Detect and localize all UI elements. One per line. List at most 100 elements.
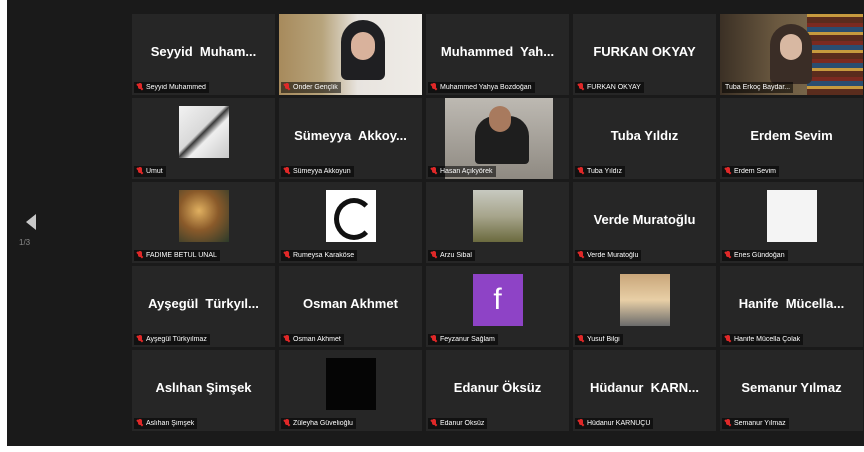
participant-name: FURKAN OKYAY: [587, 84, 641, 91]
participant-name: Sümeyya Akkoyun: [293, 168, 351, 175]
participant-tile-muhammed[interactable]: Muhammed Yah... Muhammed Yahya Bozdoğan: [426, 14, 569, 95]
participant-tile-aysegul[interactable]: Ayşegül Türkyıl... Ayşegül Türkyılmaz: [132, 266, 275, 347]
participant-label: Tuba Erkoç Baydar...: [722, 82, 794, 93]
participant-tile-aslihan[interactable]: Aslıhan Şimşek Aslıhan Şimşek: [132, 350, 275, 431]
participant-name: Hasan Açıkyörek: [440, 168, 493, 175]
participant-tile-zuleyha[interactable]: Züleyha Güvelioğlu: [279, 350, 422, 431]
participant-name: FADİME BETÜL ÜNAL: [146, 252, 217, 259]
person-face: [489, 106, 511, 132]
participant-label: Semanur Yılmaz: [722, 418, 789, 429]
participant-tile-tuba-yildiz[interactable]: Tuba Yıldız Tuba Yıldız: [573, 98, 716, 179]
participant-name: Önder Gençlik: [293, 84, 338, 91]
participant-label: Rumeysa Karaköse: [281, 250, 358, 261]
participant-name: Hanife Mücella Çolak: [734, 336, 801, 343]
profile-picture: [472, 190, 523, 242]
previous-page-arrow-icon[interactable]: [26, 214, 36, 230]
mic-muted-icon: [578, 83, 584, 92]
participant-tile-hudanur[interactable]: Hüdanur KARN... Hüdanur KARNUÇU: [573, 350, 716, 431]
participant-tile-yusuf[interactable]: Yusuf Bilgi: [573, 266, 716, 347]
mic-muted-icon: [725, 335, 731, 344]
participant-name: Arzu Sibal: [440, 252, 472, 259]
participant-display-name: FURKAN OKYAY: [593, 44, 696, 59]
mic-muted-icon: [284, 335, 290, 344]
profile-picture: [766, 190, 817, 242]
participant-tile-sumeyya[interactable]: Sümeyya Akkoy... Sümeyya Akkoyun: [279, 98, 422, 179]
participant-display-name: Seyyid Muham...: [150, 44, 257, 59]
participant-display-name: Erdem Sevim: [750, 128, 833, 143]
participant-label: Ayşegül Türkyılmaz: [134, 334, 210, 345]
mic-muted-icon: [431, 83, 437, 92]
participant-tile-tuba-erkoc-active-speaker[interactable]: Tuba Erkoç Baydar...: [720, 14, 863, 95]
mic-muted-icon: [431, 335, 437, 344]
participant-name: Erdem Sevim: [734, 168, 777, 175]
participant-label: Züleyha Güvelioğlu: [281, 418, 356, 429]
participant-tile-umut[interactable]: Umut: [132, 98, 275, 179]
participant-label: Erdem Sevim: [722, 166, 780, 177]
enso-circle-icon: [333, 198, 374, 240]
mic-muted-icon: [578, 419, 584, 428]
participant-label: Edanur Öksüz: [428, 418, 488, 429]
participant-tile-hasan[interactable]: Hasan Açıkyörek: [426, 98, 569, 179]
profile-picture: [178, 190, 229, 242]
participant-label: Yusuf Bilgi: [575, 334, 623, 345]
participant-grid: Seyyid Muham... Seyyid Muhammed Önder Ge…: [132, 14, 864, 442]
participant-tile-onder[interactable]: Önder Gençlik: [279, 14, 422, 95]
participant-display-name: Aslıhan Şimşek: [155, 380, 252, 395]
participant-label: Hanife Mücella Çolak: [722, 334, 804, 345]
mic-muted-icon: [284, 419, 290, 428]
participant-name: Züleyha Güvelioğlu: [293, 420, 353, 427]
participant-label: Enes Gündoğan: [722, 250, 788, 261]
mic-muted-icon: [725, 167, 731, 176]
participant-name: Muhammed Yahya Bozdoğan: [440, 84, 532, 91]
mic-muted-icon: [578, 251, 584, 260]
profile-picture: [325, 190, 376, 242]
participant-display-name: Sümeyya Akkoy...: [294, 128, 407, 143]
participant-tile-seyyid[interactable]: Seyyid Muham... Seyyid Muhammed: [132, 14, 275, 95]
mic-muted-icon: [578, 167, 584, 176]
participant-display-name: Ayşegül Türkyıl...: [148, 296, 259, 311]
participant-label: FURKAN OKYAY: [575, 82, 644, 93]
mic-muted-icon: [137, 251, 143, 260]
participant-tile-hanife[interactable]: Hanife Mücella... Hanife Mücella Çolak: [720, 266, 863, 347]
participant-label: FADİME BETÜL ÜNAL: [134, 250, 220, 261]
participant-tile-edanur[interactable]: Edanur Öksüz Edanur Öksüz: [426, 350, 569, 431]
participant-tile-enes[interactable]: Enes Gündoğan: [720, 182, 863, 263]
mic-muted-icon: [578, 335, 584, 344]
participant-label: Hasan Açıkyörek: [428, 166, 496, 177]
participant-name: Tuba Erkoç Baydar...: [725, 84, 791, 91]
participant-name: Osman Akhmet: [293, 336, 341, 343]
participant-label: Hüdanur KARNUÇU: [575, 418, 654, 429]
participant-tile-feyzanur[interactable]: f Feyzanur Sağlam: [426, 266, 569, 347]
participant-name: Rumeysa Karaköse: [293, 252, 355, 259]
participant-name: Enes Gündoğan: [734, 252, 785, 259]
participant-label: Aslıhan Şimşek: [134, 418, 198, 429]
mic-muted-icon: [431, 251, 437, 260]
participant-label: Seyyid Muhammed: [134, 82, 209, 93]
participant-name: Yusuf Bilgi: [587, 336, 620, 343]
participant-tile-rumeysa[interactable]: Rumeysa Karaköse: [279, 182, 422, 263]
participant-tile-erdem[interactable]: Erdem Sevim Erdem Sevim: [720, 98, 863, 179]
left-navigation: 1/3: [7, 0, 131, 446]
mic-muted-icon: [284, 167, 290, 176]
participant-display-name: Hüdanur KARN...: [589, 380, 700, 395]
mic-muted-icon: [137, 83, 143, 92]
mic-muted-icon: [431, 167, 437, 176]
participant-display-name: Osman Akhmet: [303, 296, 398, 311]
mic-muted-icon: [137, 419, 143, 428]
person-face: [780, 34, 802, 60]
participant-tile-furkan[interactable]: FURKAN OKYAY FURKAN OKYAY: [573, 14, 716, 95]
participant-tile-semanur[interactable]: Semanur Yılmaz Semanur Yılmaz: [720, 350, 863, 431]
participant-name: Ayşegül Türkyılmaz: [146, 336, 207, 343]
participant-name: Feyzanur Sağlam: [440, 336, 495, 343]
participant-label: Osman Akhmet: [281, 334, 344, 345]
facebook-f-icon: f: [472, 274, 523, 326]
participant-tile-verde[interactable]: Verde Muratoğlu Verde Muratoğlu: [573, 182, 716, 263]
participant-display-name: Semanur Yılmaz: [741, 380, 842, 395]
participant-tile-arzu[interactable]: Arzu Sibal: [426, 182, 569, 263]
participant-label: Arzu Sibal: [428, 250, 475, 261]
participant-name: Umut: [146, 168, 163, 175]
participant-tile-fadime[interactable]: FADİME BETÜL ÜNAL: [132, 182, 275, 263]
participant-display-name: Edanur Öksüz: [453, 380, 542, 395]
participant-tile-osman[interactable]: Osman Akhmet Osman Akhmet: [279, 266, 422, 347]
participant-label: Sümeyya Akkoyun: [281, 166, 354, 177]
